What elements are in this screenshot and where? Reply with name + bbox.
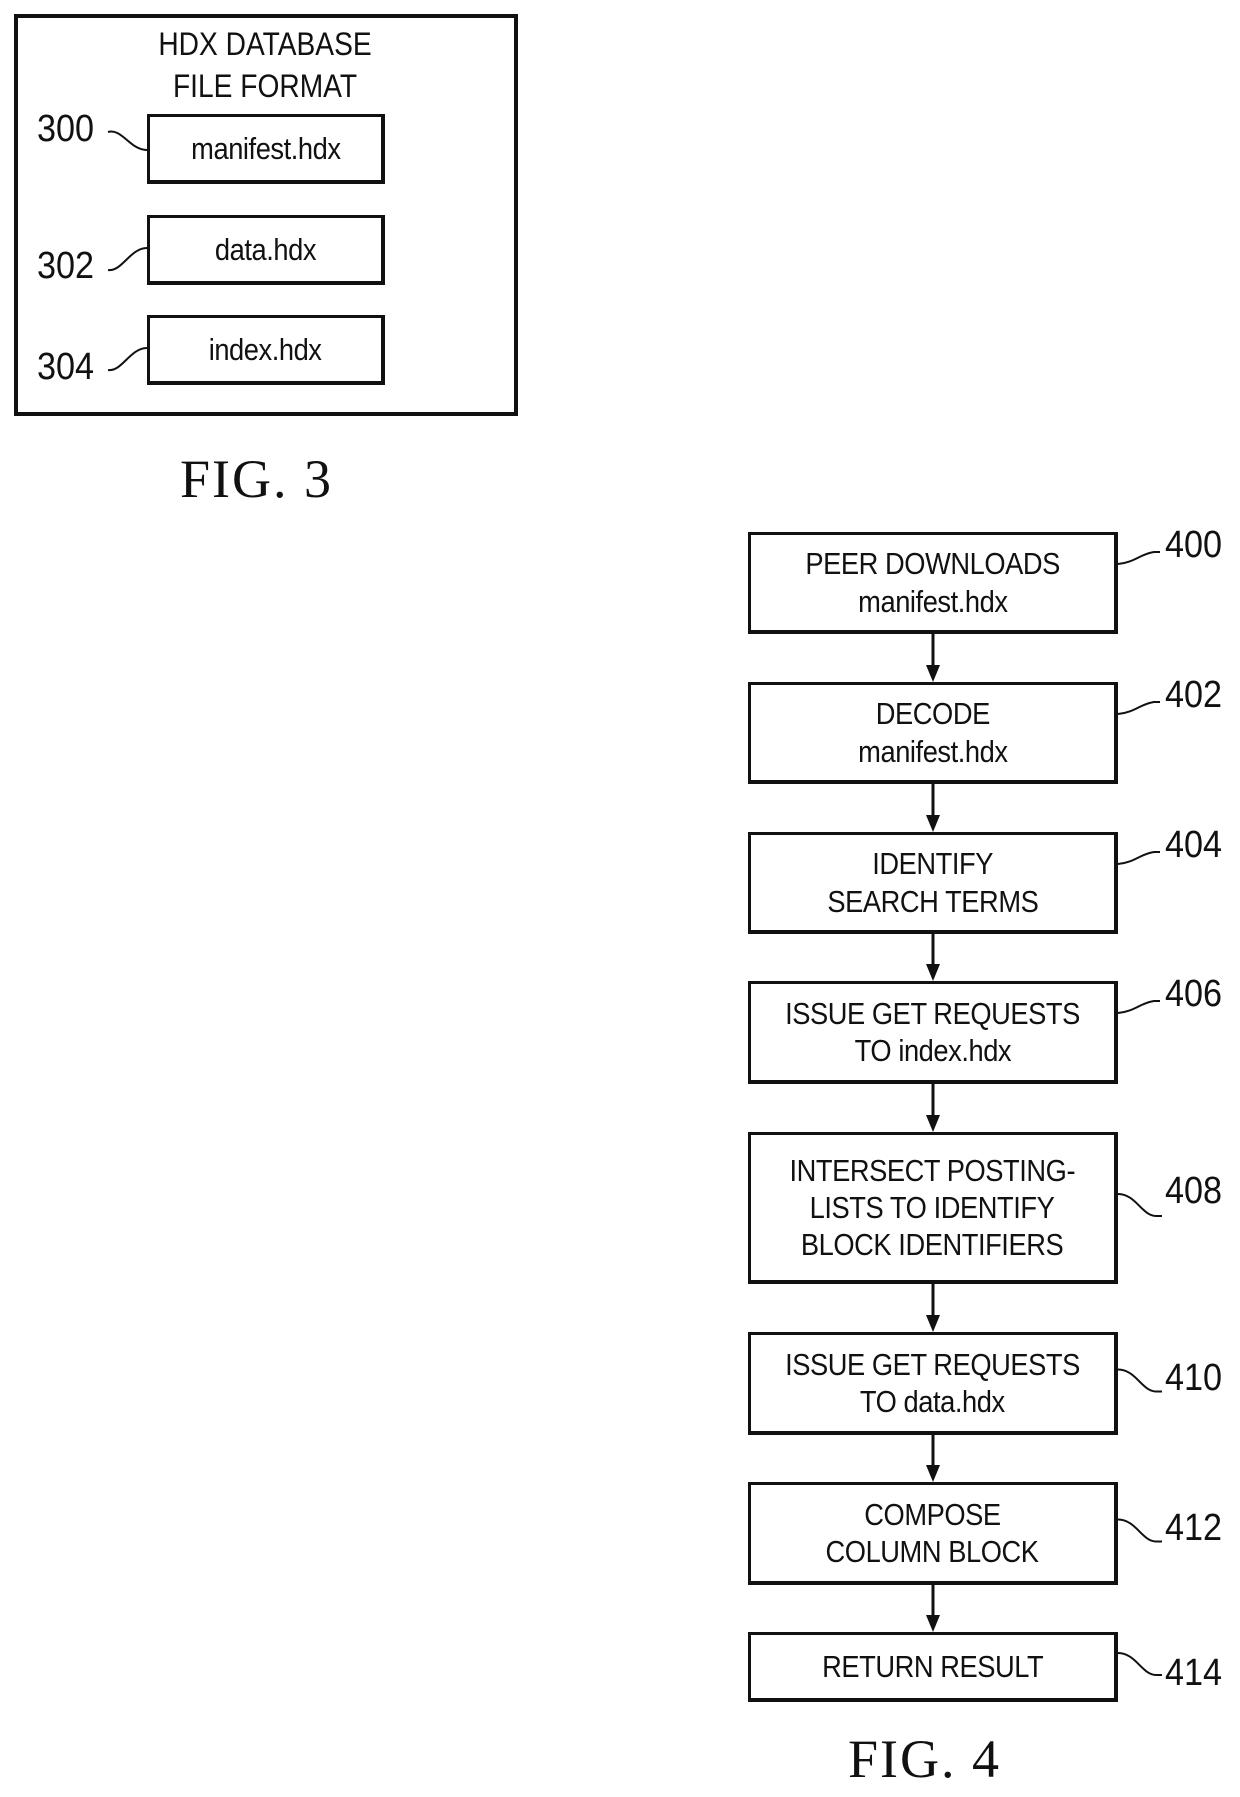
leader-line (1117, 1193, 1162, 1217)
connector-overlay (107, 130, 1162, 1676)
arrowhead-icon (926, 1115, 940, 1132)
leader-line (1117, 1368, 1162, 1393)
leader-line (107, 347, 148, 372)
arrowhead-icon (926, 1615, 940, 1632)
arrowhead-icon (926, 964, 940, 981)
leader-line (1117, 551, 1160, 565)
leader-line (107, 130, 148, 151)
leader-line (1117, 701, 1160, 715)
leader-line (1117, 1518, 1162, 1543)
leader-line (107, 247, 148, 272)
leader-line (1117, 1000, 1160, 1014)
arrowhead-icon (926, 815, 940, 832)
arrowhead-icon (926, 1465, 940, 1482)
arrowhead-icon (926, 665, 940, 682)
leader-line (1117, 1652, 1162, 1676)
leader-line (1117, 851, 1160, 865)
arrowhead-icon (926, 1315, 940, 1332)
